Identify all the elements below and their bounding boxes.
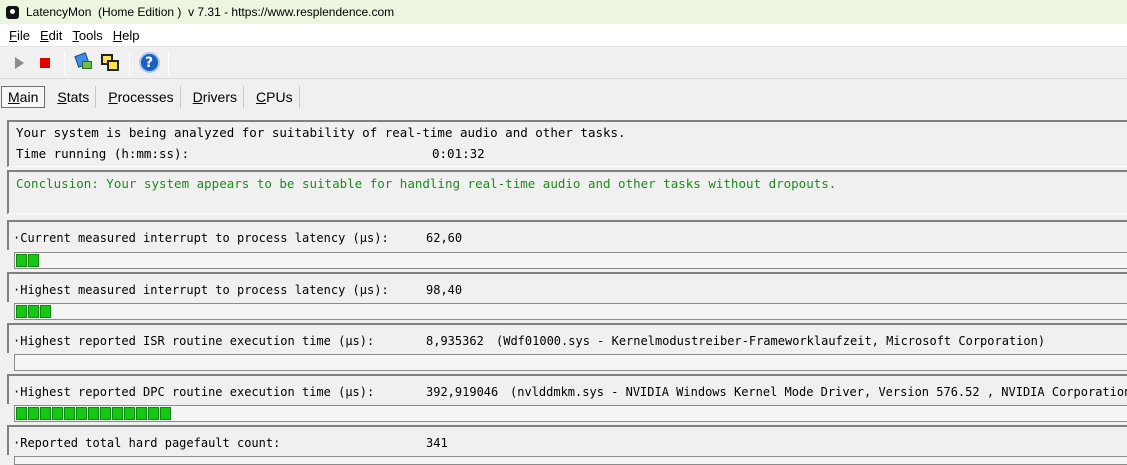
play-icon: [14, 56, 24, 69]
metric-label: ·Highest measured interrupt to process l…: [13, 283, 389, 297]
meter-fill: [16, 305, 52, 318]
stop-button[interactable]: [32, 50, 58, 76]
time-running-value: 0:01:32: [432, 146, 485, 161]
meter-segment: [16, 254, 27, 267]
meter-segment: [28, 407, 39, 420]
metric-dpc-time: ·Highest reported DPC routine execution …: [7, 374, 1127, 404]
window-title: LatencyMon (Home Edition ) v 7.31 - http…: [26, 5, 395, 19]
metric-label: ·Current measured interrupt to process l…: [13, 231, 389, 245]
meter-segment: [148, 407, 159, 420]
metric-value: 8,935362: [426, 334, 484, 348]
meter-fill: [16, 254, 40, 267]
meter-segment: [88, 407, 99, 420]
metric-value: 98,40: [426, 283, 463, 297]
menu-edit[interactable]: Edit: [35, 28, 67, 43]
stop-icon: [40, 57, 50, 68]
status-panel: Your system is being analyzed for suitab…: [7, 120, 1127, 167]
tab-cpus[interactable]: C PUs: [250, 85, 300, 108]
toolbar: ?: [0, 47, 1127, 79]
meter-segment: [28, 305, 39, 318]
conclusion-panel: Conclusion: Your system appears to be su…: [7, 170, 1127, 214]
metric-detail: (nvlddmkm.sys - NVIDIA Windows Kernel Mo…: [510, 385, 1127, 399]
metric-label: ·Highest reported ISR routine execution …: [13, 334, 375, 348]
metric-value: 392,919046: [426, 385, 499, 399]
tab-stats[interactable]: Stats: [51, 85, 97, 108]
meter-dpc-time: [14, 405, 1127, 422]
analyzing-text: Your system is being analyzed for suitab…: [16, 125, 626, 140]
meter-highest-latency: [14, 303, 1127, 320]
title-bar: LatencyMon (Home Edition ) v 7.31 - http…: [0, 0, 1127, 24]
tab-bar: Main Stats Processes Drivers C PUs: [0, 79, 1127, 114]
meter-segment: [40, 407, 51, 420]
meter-segment: [16, 305, 27, 318]
start-button[interactable]: [6, 50, 32, 76]
tab-main[interactable]: Main: [1, 85, 46, 108]
meter-segment: [16, 407, 27, 420]
meter-segment: [64, 407, 75, 420]
meter-pagefault-count: [14, 456, 1127, 465]
menu-file[interactable]: File: [4, 28, 35, 43]
meter-current-latency: [14, 252, 1127, 269]
conclusion-text: Conclusion: Your system appears to be su…: [16, 176, 837, 191]
meter-segment: [112, 407, 123, 420]
tab-drivers[interactable]: Drivers: [187, 85, 245, 108]
windows-icon: [100, 53, 120, 73]
help-icon: ?: [138, 52, 160, 73]
meter-segment: [76, 407, 87, 420]
tab-processes[interactable]: Processes: [102, 85, 181, 108]
metric-pagefault-count: ·Reported total hard pagefault count: 34…: [7, 425, 1127, 455]
metric-isr-time: ·Highest reported ISR routine execution …: [7, 323, 1127, 353]
broom-icon: [74, 51, 94, 73]
time-running-label: Time running (h:mm:ss):: [16, 146, 190, 161]
menu-tools[interactable]: Tools: [67, 28, 107, 43]
metric-value: 62,60: [426, 231, 463, 245]
windows-button[interactable]: [97, 50, 123, 76]
main-content: Your system is being analyzed for suitab…: [0, 114, 1127, 465]
meter-isr-time: [14, 354, 1127, 371]
meter-segment: [160, 407, 171, 420]
meter-fill: [16, 407, 172, 420]
metric-detail: (Wdf01000.sys - Kernelmodustreiber-Frame…: [496, 334, 1046, 348]
metric-label: ·Reported total hard pagefault count:: [13, 436, 281, 450]
meter-segment: [40, 305, 51, 318]
meter-segment: [136, 407, 147, 420]
menu-help[interactable]: Help: [108, 28, 145, 43]
latencymon-app-icon: [6, 5, 19, 19]
meter-segment: [100, 407, 111, 420]
metric-current-latency: ·Current measured interrupt to process l…: [7, 220, 1127, 250]
metric-label: ·Highest reported DPC routine execution …: [13, 385, 375, 399]
toolbar-separator: [168, 50, 169, 75]
meter-segment: [28, 254, 39, 267]
toolbar-separator: [129, 50, 130, 75]
metric-value: 341: [426, 436, 448, 450]
help-button[interactable]: ?: [136, 50, 162, 76]
clear-button[interactable]: [71, 50, 97, 76]
metric-highest-latency: ·Highest measured interrupt to process l…: [7, 272, 1127, 302]
menu-bar: File Edit Tools Help: [0, 24, 1127, 47]
meter-segment: [124, 407, 135, 420]
toolbar-separator: [64, 50, 65, 75]
meter-segment: [52, 407, 63, 420]
